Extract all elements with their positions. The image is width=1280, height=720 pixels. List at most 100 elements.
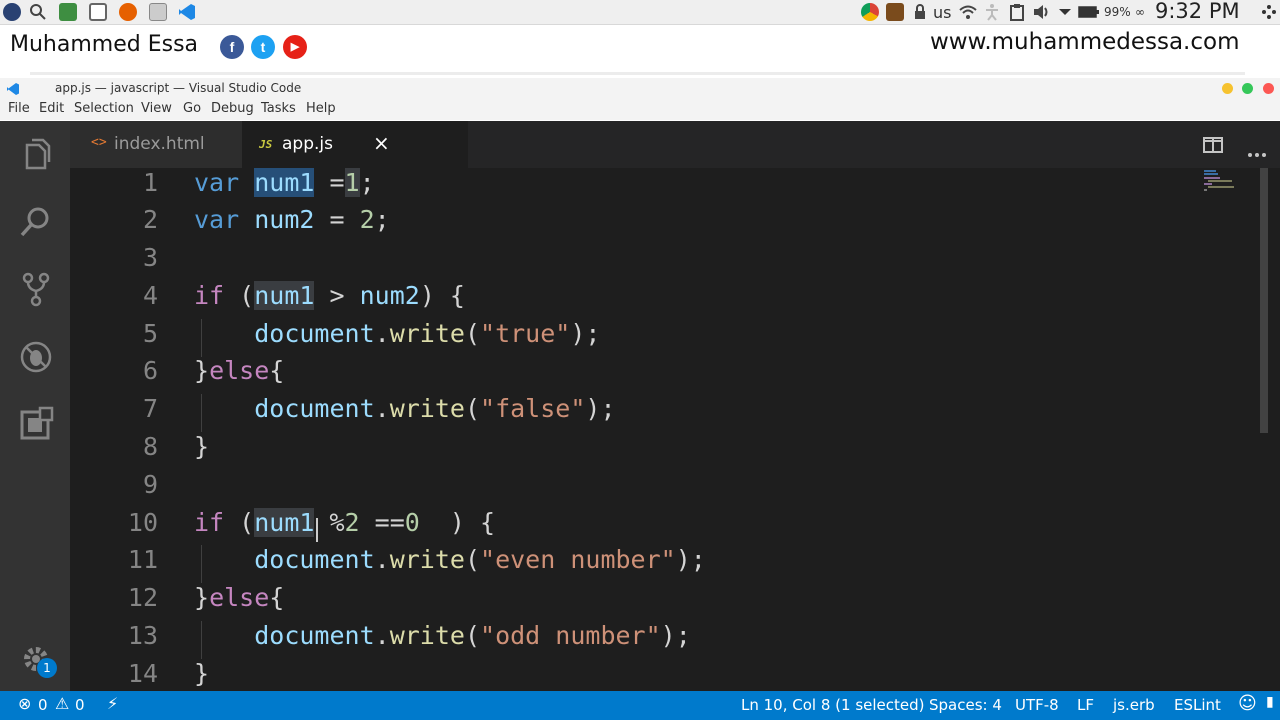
- line-number: 13: [127, 621, 158, 650]
- menu-file[interactable]: File: [8, 101, 30, 116]
- code-line: 10 if (num1 %2 ==0 ) {: [70, 508, 1250, 546]
- video-banner: Muhammed Essa f t ▶ www.muhammedessa.com: [0, 25, 1280, 80]
- tab-label: app.js: [282, 134, 333, 154]
- menu-view[interactable]: View: [141, 101, 172, 116]
- extensions-icon[interactable]: [18, 406, 54, 442]
- code-line: 12 }else{: [70, 583, 1250, 621]
- settings-update-badge: 1: [37, 658, 57, 678]
- menu-edit[interactable]: Edit: [39, 101, 64, 116]
- activity-bar: 1: [0, 121, 70, 691]
- code-line: 6 }else{: [70, 356, 1250, 394]
- line-number: 6: [142, 356, 158, 385]
- source-control-icon[interactable]: [18, 271, 54, 307]
- line-number: 5: [142, 319, 158, 348]
- line-number: 11: [127, 545, 158, 574]
- warning-count[interactable]: 0: [75, 696, 85, 714]
- minimize-button[interactable]: [1222, 83, 1233, 94]
- clipboard-icon[interactable]: [1008, 3, 1026, 21]
- tab-index-html[interactable]: <> index.html: [70, 121, 242, 168]
- keyboard-layout[interactable]: us: [933, 3, 951, 22]
- code-line: 13 document.write("odd number");: [70, 621, 1250, 659]
- clock[interactable]: 9:32 PM: [1155, 0, 1240, 23]
- lightning-icon[interactable]: ⚡: [107, 694, 118, 713]
- debug-icon[interactable]: [18, 339, 54, 375]
- editor-tab-bar: <> index.html JS app.js ×: [70, 121, 1280, 168]
- settings-dots-icon[interactable]: [1260, 3, 1278, 21]
- menu-go[interactable]: Go: [183, 101, 201, 116]
- code-text[interactable]: }: [194, 659, 209, 688]
- split-editor-icon[interactable]: [1203, 137, 1223, 157]
- line-number: 3: [142, 243, 158, 272]
- maximize-button[interactable]: [1242, 83, 1253, 94]
- accessibility-icon[interactable]: [983, 3, 1001, 21]
- code-text[interactable]: }else{: [194, 583, 284, 612]
- menu-help[interactable]: Help: [306, 101, 336, 116]
- code-text[interactable]: document.write("true");: [194, 319, 600, 348]
- notifications-icon[interactable]: ▮: [1266, 694, 1274, 710]
- code-line: 3: [70, 243, 1250, 281]
- warning-icon[interactable]: ⚠: [55, 694, 69, 713]
- line-number: 7: [142, 394, 158, 423]
- html-file-icon: <>: [91, 135, 107, 150]
- code-text[interactable]: document.write("even number");: [194, 545, 706, 574]
- firefox-icon[interactable]: [119, 3, 137, 21]
- editor-scrollbar[interactable]: [1258, 168, 1272, 691]
- code-line: 7 document.write("false");: [70, 394, 1250, 432]
- file-encoding[interactable]: UTF-8: [1015, 696, 1059, 714]
- code-text[interactable]: if (num1 > num2) {: [194, 281, 465, 310]
- line-number: 14: [127, 659, 158, 688]
- line-number: 1: [142, 168, 158, 197]
- wifi-icon[interactable]: [958, 3, 977, 21]
- code-text[interactable]: document.write("false");: [194, 394, 615, 423]
- image-viewer-icon[interactable]: [149, 3, 167, 21]
- lock-icon[interactable]: [911, 3, 929, 21]
- line-number: 8: [142, 432, 158, 461]
- search-icon[interactable]: [18, 204, 54, 240]
- code-editor[interactable]: 1 var num1 =1; 2 var num2 = 2; 3 4 if (n…: [70, 168, 1280, 691]
- software-center-icon[interactable]: [59, 3, 77, 21]
- line-number: 10: [127, 508, 158, 537]
- indentation[interactable]: Spaces: 4: [929, 696, 1002, 714]
- code-line: 5 document.write("true");: [70, 319, 1250, 357]
- line-number: 2: [142, 205, 158, 234]
- language-mode[interactable]: js.erb: [1113, 696, 1155, 714]
- cursor-position[interactable]: Ln 10, Col 8 (1 selected): [741, 696, 925, 714]
- line-number: 4: [142, 281, 158, 310]
- tab-app-js[interactable]: JS app.js ×: [242, 121, 468, 168]
- screenshot-icon[interactable]: [89, 3, 107, 21]
- close-tab-icon[interactable]: ×: [373, 131, 390, 155]
- code-text[interactable]: var num1 =1;: [194, 168, 375, 197]
- twitter-icon: t: [251, 35, 275, 59]
- fedora-logo-icon[interactable]: [3, 3, 21, 21]
- code-line: 2 var num2 = 2;: [70, 205, 1250, 243]
- error-icon[interactable]: ⊗: [18, 694, 31, 713]
- code-line: 14 }: [70, 659, 1250, 691]
- code-text[interactable]: if (num1 %2 ==0 ) {: [194, 508, 495, 537]
- explorer-icon[interactable]: [18, 137, 54, 173]
- code-text[interactable]: }: [194, 432, 209, 461]
- code-text[interactable]: }else{: [194, 356, 284, 385]
- chrome-icon[interactable]: [861, 3, 879, 21]
- more-actions-icon[interactable]: [1247, 143, 1267, 162]
- search-icon[interactable]: [29, 3, 47, 21]
- menu-debug[interactable]: Debug: [211, 101, 254, 116]
- error-count[interactable]: 0: [38, 696, 48, 714]
- chevron-down-icon[interactable]: [1056, 3, 1074, 21]
- code-line: 11 document.write("even number");: [70, 545, 1250, 583]
- battery-icon[interactable]: [1078, 3, 1099, 21]
- menu-selection[interactable]: Selection: [74, 101, 134, 116]
- app-tray-icon[interactable]: [886, 3, 904, 21]
- feedback-smiley-icon[interactable]: ☺: [1238, 693, 1257, 714]
- end-of-line[interactable]: LF: [1077, 696, 1094, 714]
- menu-tasks[interactable]: Tasks: [261, 101, 296, 116]
- infinity-icon: ∞: [1135, 5, 1145, 19]
- minimap[interactable]: [1202, 168, 1262, 198]
- code-text[interactable]: document.write("odd number");: [194, 621, 691, 650]
- scrollbar-thumb[interactable]: [1260, 168, 1268, 433]
- close-window-button[interactable]: [1263, 83, 1274, 94]
- window-titlebar: app.js — javascript — Visual Studio Code: [0, 78, 1280, 98]
- code-text[interactable]: var num2 = 2;: [194, 205, 390, 234]
- linter-status[interactable]: ESLint: [1174, 696, 1221, 714]
- vscode-taskbar-icon[interactable]: [178, 3, 196, 21]
- volume-icon[interactable]: [1032, 3, 1050, 21]
